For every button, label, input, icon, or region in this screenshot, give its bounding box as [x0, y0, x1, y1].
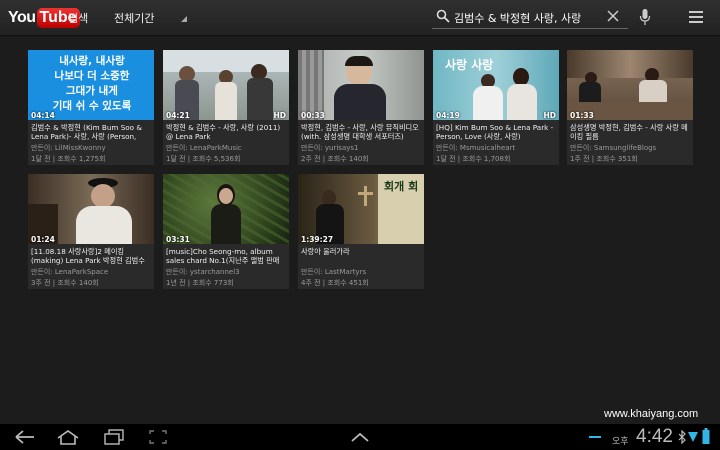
thumbnail-lyric-line: 나보다 더 소중한: [54, 70, 130, 82]
video-thumbnail[interactable]: [163, 174, 289, 244]
clock-time[interactable]: 4:42: [636, 426, 673, 448]
video-meta: 1달 전 | 조회수 1,275회: [31, 155, 106, 163]
clock-ampm: 오후: [612, 437, 629, 447]
time-filter-dropdown[interactable]: 전체기간: [114, 10, 154, 26]
video-uploader: 만든이: SamsunglifeBlogs: [570, 144, 657, 152]
video-meta: 1년 전 | 조회수 773회: [166, 279, 234, 287]
video-duration: 01:33: [570, 111, 594, 120]
video-thumbnail[interactable]: [163, 50, 289, 120]
video-duration: 04:14: [31, 111, 55, 120]
system-bar: 오후 4:42: [0, 424, 720, 450]
clear-icon[interactable]: [606, 9, 620, 23]
hd-badge: HD: [543, 111, 556, 120]
video-thumbnail[interactable]: 사랑 사랑: [433, 50, 559, 120]
video-thumbnail[interactable]: [28, 174, 154, 244]
video-uploader: 만든이: LenaParkMusic: [166, 144, 242, 152]
video-card[interactable]: 03:31 [music]Cho Seong-mo, album sales c…: [163, 174, 289, 289]
microphone-icon[interactable]: [639, 8, 651, 26]
dropdown-indicator-icon: [181, 16, 187, 22]
video-uploader: 만든이: LastMartyrs: [301, 268, 367, 276]
thumbnail-lyric-line: 기대 쉬 수 있도록: [52, 100, 132, 112]
video-card[interactable]: 01:33 삼성생명 박정현, 김범수 - 사랑 사랑 메이킹 필름 만든이: …: [567, 50, 693, 165]
video-duration: 00:33: [301, 111, 325, 120]
video-thumbnail[interactable]: 내사랑, 내사랑 나보다 더 소중한 그대가 내게 기대 쉬 수 있도록: [28, 50, 154, 120]
video-duration: 1:39:27: [301, 235, 334, 244]
video-uploader: 만든이: LilMissKwonny: [31, 144, 106, 152]
video-uploader: 만든이: ystarchannel3: [166, 268, 240, 276]
video-uploader: 만든이: yurisays1: [301, 144, 359, 152]
video-title[interactable]: 김범수 & 박정현 (Kim Bum Soo & Lena Park)- 사랑,…: [31, 123, 153, 141]
menu-icon[interactable]: [688, 10, 704, 24]
home-icon[interactable]: [56, 429, 80, 445]
hd-badge: HD: [273, 111, 286, 120]
bluetooth-icon: [678, 430, 686, 444]
video-card[interactable]: 00:33 박정현, 김범수 - 사랑, 사랑 뮤직비디오 (with. 삼성생…: [298, 50, 424, 165]
video-uploader: 만든이: LenaParkSpace: [31, 268, 109, 276]
video-title[interactable]: [music]Cho Seong-mo, album sales chard N…: [166, 247, 288, 265]
video-title[interactable]: 박정현, 김범수 - 사랑, 사랑 뮤직비디오 (with. 삼성생명 대학생 …: [301, 123, 423, 141]
video-title[interactable]: [HQ] Kim Bum Soo & Lena Park - Person, L…: [436, 123, 558, 141]
video-title[interactable]: 사랑아 울러가라: [301, 247, 423, 265]
video-title[interactable]: 박정현 & 김범수 - 사랑, 사랑 (2011) @ Lena Park: [166, 123, 288, 141]
video-duration: 03:31: [166, 235, 190, 244]
video-meta: 1주 전 | 조회수 351회: [570, 155, 638, 163]
search-tab[interactable]: 검색: [68, 10, 88, 26]
search-input[interactable]: 김범수 & 박정현 사랑, 사랑: [432, 7, 628, 29]
video-card[interactable]: 01:24 [11.08.18 사랑사랑]2 메이킹 (making) Lena…: [28, 174, 154, 289]
notification-dash-icon: [589, 436, 601, 438]
search-icon: [436, 9, 450, 23]
search-query-text: 김범수 & 박정현 사랑, 사랑: [454, 12, 582, 25]
thumbnail-lyric-line: 내사랑, 내사랑: [59, 55, 125, 67]
chevron-up-icon[interactable]: [350, 431, 370, 443]
screen-compat-icon[interactable]: [148, 429, 168, 445]
video-card[interactable]: 사랑 사랑 04:19 HD [HQ] Kim Bum Soo & Lena P…: [433, 50, 559, 165]
video-duration: 01:24: [31, 235, 55, 244]
video-meta: 4주 전 | 조회수 451회: [301, 279, 369, 287]
video-meta: 2주 전 | 조회수 140회: [301, 155, 369, 163]
video-card[interactable]: 회개 회 1:39:27 사랑아 울러가라 만든이: LastMartyrs 4…: [298, 174, 424, 289]
video-card[interactable]: 04:21 HD 박정현 & 김범수 - 사랑, 사랑 (2011) @ Len…: [163, 50, 289, 165]
video-duration: 04:21: [166, 111, 190, 120]
video-title[interactable]: 삼성생명 박정현, 김범수 - 사랑 사랑 메이킹 필름: [570, 123, 692, 141]
thumbnail-lyric-line: 그대가 내게: [66, 85, 118, 97]
video-thumbnail[interactable]: [298, 50, 424, 120]
back-icon[interactable]: [14, 429, 36, 445]
wifi-icon: [688, 432, 698, 442]
logo-you: You: [8, 9, 36, 26]
battery-icon: [702, 428, 710, 444]
video-title[interactable]: [11.08.18 사랑사랑]2 메이킹 (making) Lena Park …: [31, 247, 153, 265]
video-thumbnail[interactable]: [567, 50, 693, 120]
video-meta: 3주 전 | 조회수 140회: [31, 279, 99, 287]
action-bar: You Tube 검색 전체기간 김범수 & 박정현 사랑, 사랑: [0, 0, 720, 36]
video-duration: 04:19: [436, 111, 460, 120]
video-card[interactable]: 내사랑, 내사랑 나보다 더 소중한 그대가 내게 기대 쉬 수 있도록 04:…: [28, 50, 154, 165]
video-uploader: 만든이: Msmusicalheart: [436, 144, 516, 152]
video-thumbnail[interactable]: 회개 회: [298, 174, 424, 244]
thumbnail-sign-text: 회개 회: [384, 180, 419, 193]
watermark: www.khaiyang.com: [604, 408, 699, 420]
recent-apps-icon[interactable]: [103, 429, 125, 445]
thumbnail-overlay-text: 사랑 사랑: [445, 58, 494, 72]
video-meta: 1달 전 | 조회수 5,536회: [166, 155, 241, 163]
video-meta: 1달 전 | 조회수 1,708회: [436, 155, 511, 163]
